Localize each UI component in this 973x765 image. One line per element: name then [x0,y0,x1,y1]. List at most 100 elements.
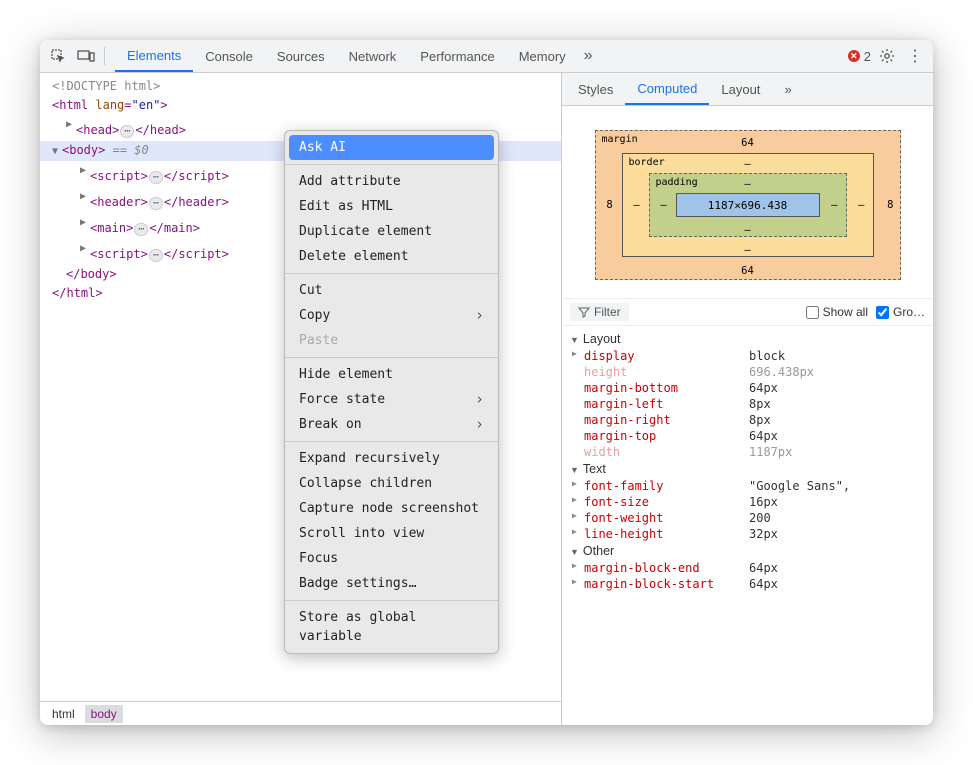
border-bottom-val: – [744,244,750,256]
more-tabs-icon[interactable]: » [578,47,599,65]
expand-arrow[interactable] [80,161,90,180]
dom-tree[interactable]: <!DOCTYPE html> <html lang="en"> <head>⋯… [40,73,561,701]
computed-property[interactable]: margin-block-end64px [562,560,933,576]
more-icon[interactable]: ⋮ [903,44,927,68]
computed-property[interactable]: margin-right8px [562,412,933,428]
menu-add-attribute[interactable]: Add attribute [285,169,498,194]
group-text[interactable]: Text [562,460,933,478]
inspect-icon[interactable] [46,44,70,68]
group-other[interactable]: Other [562,542,933,560]
computed-property[interactable]: line-height32px [562,526,933,542]
tab-layout[interactable]: Layout [709,73,772,105]
menu-badge[interactable]: Badge settings… [285,571,498,596]
tab-computed[interactable]: Computed [625,73,709,105]
menu-capture[interactable]: Capture node screenshot [285,496,498,521]
script-node[interactable]: <script> [90,169,148,183]
group-checkbox[interactable]: Gro… [876,305,925,319]
computed-property[interactable]: margin-bottom64px [562,380,933,396]
script-node[interactable]: <script> [90,247,148,261]
menu-collapse[interactable]: Collapse children [285,471,498,496]
margin-right-val: 8 [887,199,893,211]
breadcrumb: html body [40,701,561,725]
menu-cut[interactable]: Cut [285,278,498,303]
tab-sources[interactable]: Sources [265,40,337,72]
main-node[interactable]: <main> [90,221,133,235]
header-node[interactable]: <header> [90,195,148,209]
divider [285,357,498,358]
more-tabs-icon[interactable]: » [772,73,803,105]
crumb-body[interactable]: body [85,705,123,723]
border-label: border [629,157,665,168]
tab-performance[interactable]: Performance [408,40,506,72]
tab-network[interactable]: Network [337,40,409,72]
body-close[interactable]: </body> [66,267,117,281]
content-box: 1187×696.438 [676,193,820,217]
divider [285,441,498,442]
sidebar-tabs: Styles Computed Layout » [562,73,933,106]
menu-delete[interactable]: Delete element [285,244,498,269]
computed-property[interactable]: font-weight200 [562,510,933,526]
error-count[interactable]: ✕2 [848,49,871,64]
error-icon: ✕ [848,50,860,62]
ellipsis-icon[interactable]: ⋯ [120,125,134,138]
expand-arrow[interactable] [80,187,90,206]
tab-console[interactable]: Console [193,40,265,72]
filter-input[interactable]: Filter [570,303,629,321]
expand-arrow[interactable] [66,115,76,134]
menu-scroll[interactable]: Scroll into view [285,521,498,546]
tab-memory[interactable]: Memory [507,40,578,72]
show-all-checkbox[interactable]: Show all [806,305,868,319]
computed-property[interactable]: margin-top64px [562,428,933,444]
menu-force-state[interactable]: Force state [285,387,498,412]
html-open[interactable]: <html lang="en"> [52,98,168,112]
main-area: <!DOCTYPE html> <html lang="en"> <head>⋯… [40,73,933,725]
computed-property[interactable]: font-size16px [562,494,933,510]
border-top-val: – [744,158,750,170]
menu-copy[interactable]: Copy [285,303,498,328]
ellipsis-icon[interactable]: ⋯ [149,171,163,184]
doctype[interactable]: <!DOCTYPE html> [52,79,160,93]
ellipsis-icon[interactable]: ⋯ [149,249,163,262]
padding-bottom-val: – [744,224,750,236]
device-icon[interactable] [74,44,98,68]
menu-expand[interactable]: Expand recursively [285,446,498,471]
expand-arrow[interactable] [52,142,62,161]
panel-tabs: Elements Console Sources Network Perform… [115,40,599,72]
group-layout[interactable]: Layout [562,330,933,348]
crumb-html[interactable]: html [46,705,81,723]
padding-top-val: – [744,178,750,190]
computed-property[interactable]: margin-block-start64px [562,576,933,592]
devtools-window: Elements Console Sources Network Perform… [40,40,933,725]
expand-arrow[interactable] [80,213,90,232]
computed-property[interactable]: margin-left8px [562,396,933,412]
tab-styles[interactable]: Styles [566,73,625,105]
menu-focus[interactable]: Focus [285,546,498,571]
box-model-diagram[interactable]: margin 64 64 8 8 border – – – – paddin [562,106,933,298]
settings-icon[interactable] [875,44,899,68]
tab-elements[interactable]: Elements [115,40,193,72]
menu-paste: Paste [285,328,498,353]
menu-duplicate[interactable]: Duplicate element [285,219,498,244]
menu-store[interactable]: Store as global variable [285,605,498,649]
menu-hide[interactable]: Hide element [285,362,498,387]
ellipsis-icon[interactable]: ⋯ [134,223,148,236]
margin-bottom-val: 64 [741,265,754,277]
computed-property[interactable]: displayblock [562,348,933,364]
computed-property[interactable]: height696.438px [562,364,933,380]
computed-property[interactable]: width1187px [562,444,933,460]
menu-edit-html[interactable]: Edit as HTML [285,194,498,219]
head-node[interactable]: <head> [76,123,119,137]
border-right-val: – [858,199,864,211]
html-close[interactable]: </html> [52,286,103,300]
computed-property[interactable]: font-family"Google Sans", [562,478,933,494]
expand-arrow[interactable] [80,239,90,258]
padding-right-val: – [831,199,837,211]
divider [285,600,498,601]
ellipsis-icon[interactable]: ⋯ [149,197,163,210]
menu-ask-ai[interactable]: Ask AI [289,135,494,160]
menu-break-on[interactable]: Break on [285,412,498,437]
elements-panel: <!DOCTYPE html> <html lang="en"> <head>⋯… [40,73,562,725]
computed-properties[interactable]: Layout displayblockheight696.438pxmargin… [562,326,933,725]
margin-top-val: 64 [741,137,754,149]
error-count-value: 2 [864,49,871,64]
